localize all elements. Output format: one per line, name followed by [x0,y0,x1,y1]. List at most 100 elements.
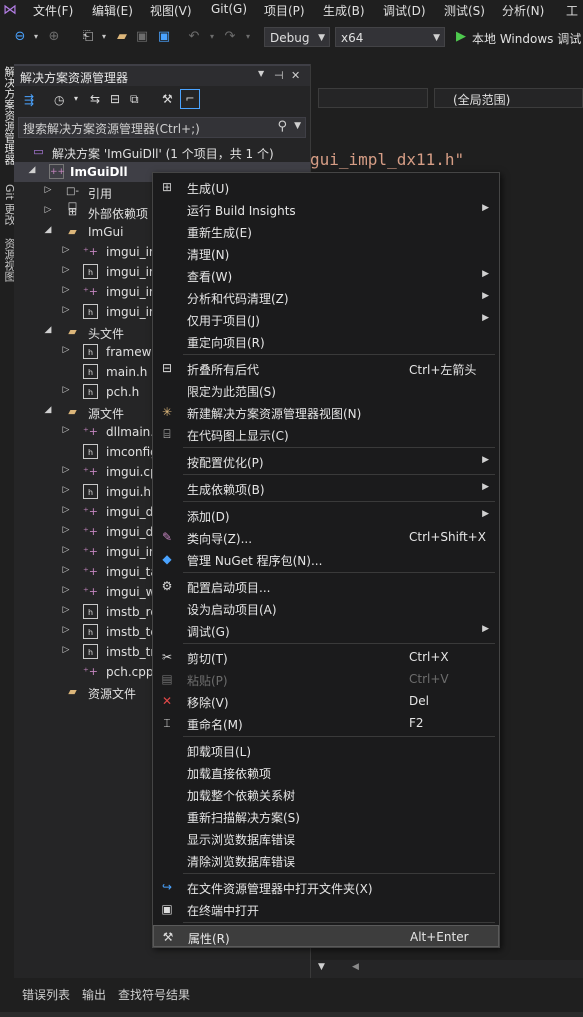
menu-item-project-only[interactable]: 仅用于项目(J) ▶ [153,308,499,330]
expand-icon[interactable]: ▷ [61,485,71,495]
collapse-icon[interactable]: ◢ [43,225,53,235]
menu-build[interactable]: 生成(B) [323,2,365,19]
menu-item-clean[interactable]: 清理(N) [153,242,499,264]
menu-item-rebuild[interactable]: 重新生成(E) [153,220,499,242]
back-icon[interactable]: ⊖ [12,29,28,45]
close-icon[interactable]: ✕ [291,69,300,82]
menu-item-pgo[interactable]: 按配置优化(P) ▶ [153,450,499,472]
expand-icon[interactable]: ▷ [61,645,71,655]
preview-selected-icon[interactable]: ⌐ [180,89,200,109]
tab-error-list[interactable]: 错误列表 [22,986,70,1003]
menu-item-configure-startup[interactable]: ⚙ 配置启动项目... [153,575,499,597]
menu-item-class-wizard[interactable]: ✎ 类向导(Z)... Ctrl+Shift+X [153,526,499,548]
menu-item-nuget[interactable]: ◆ 管理 NuGet 程序包(N)... [153,548,499,570]
tree-item-solution[interactable]: ▭ 解决方案 'ImGuiDll' (1 个项目，共 1 个) [14,142,310,162]
menu-item-properties[interactable]: ⚒ 属性(R) Alt+Enter [153,925,499,947]
menu-item-add[interactable]: 添加(D) ▶ [153,504,499,526]
menu-item-rename[interactable]: ⌶ 重命名(M) F2 [153,712,499,734]
play-icon[interactable]: ▶ [453,29,469,45]
menu-item-code-map[interactable]: ⌸ 在代码图上显示(C) [153,423,499,445]
expand-icon[interactable]: ▷ [61,465,71,475]
menu-item-cut[interactable]: ✂ 剪切(T) Ctrl+X [153,646,499,668]
scroll-left-icon[interactable]: ◀ [352,962,359,972]
expand-icon[interactable]: ▷ [61,585,71,595]
expand-icon[interactable]: ▷ [61,345,71,355]
expand-icon[interactable]: ▷ [61,625,71,635]
collapse-all-icon[interactable]: ⊟ [110,92,120,106]
open-folder-icon[interactable]: ▰ [114,29,130,45]
configuration-select[interactable]: Debug ▼ [264,27,330,47]
menu-item-load-dep-tree[interactable]: 加载整个依赖关系树 [153,783,499,805]
redo-dropdown-icon[interactable]: ▾ [240,29,256,45]
history-dropdown-icon[interactable]: ▾ [74,94,78,103]
collapse-icon[interactable]: ◢ [43,405,53,415]
menu-item-collapse-all[interactable]: ⊟ 折叠所有后代 Ctrl+左箭头 [153,357,499,379]
new-project-icon[interactable]: ⎗ [80,29,96,45]
show-all-files-icon[interactable]: ⧉ [130,92,139,107]
menu-item-load-direct-deps[interactable]: 加载直接依赖项 [153,761,499,783]
menu-item-build-insights[interactable]: 运行 Build Insights ▶ [153,198,499,220]
menu-item-show-db-errors[interactable]: 显示浏览数据库错误 [153,827,499,849]
collapse-icon[interactable]: ◢ [27,165,37,175]
menu-item-unload[interactable]: 卸载项目(L) [153,739,499,761]
expand-icon[interactable]: ▷ [61,565,71,575]
pin-icon[interactable]: ⊣ [274,69,284,82]
menu-item-open-terminal[interactable]: ▣ 在终端中打开 [153,898,499,920]
code-line[interactable]: gui_impl_dx11.h" [310,150,464,169]
menu-item-build[interactable]: ⊞ 生成(U) [153,176,499,198]
menu-debug[interactable]: 调试(D) [383,2,426,19]
properties-icon[interactable]: ⚒ [162,92,173,106]
editor-scope-dropdown[interactable]: (全局范围) [434,88,583,108]
editor-scrollbar[interactable]: ▼ ◀ [310,960,583,978]
search-icon[interactable]: ⚲ [277,119,287,134]
window-position-icon[interactable]: ▼ [258,69,264,78]
expand-icon[interactable]: ▷ [61,245,71,255]
expand-icon[interactable]: ▷ [61,385,71,395]
menu-item-set-startup[interactable]: 设为启动项目(A) [153,597,499,619]
undo-dropdown-icon[interactable]: ▾ [204,29,220,45]
menu-item-clear-db-errors[interactable]: 清除浏览数据库错误 [153,849,499,871]
expand-icon[interactable]: ▷ [61,265,71,275]
expand-icon[interactable]: ▷ [61,605,71,615]
search-options-icon[interactable]: ▼ [294,121,301,131]
menu-test[interactable]: 测试(S) [444,2,485,19]
expand-icon[interactable]: ▷ [61,285,71,295]
menu-view[interactable]: 视图(V) [150,2,192,19]
redo-icon[interactable]: ↷ [222,29,238,45]
run-debug-button[interactable]: 本地 Windows 调试 [472,30,581,47]
expand-icon[interactable]: ▷ [61,525,71,535]
menu-tools[interactable]: 工 [566,2,578,19]
switch-views-icon[interactable]: ⇶ [24,93,34,107]
expand-icon[interactable]: ▷ [61,425,71,435]
editor-project-dropdown[interactable] [318,88,428,108]
menu-analyze[interactable]: 分析(N) [502,2,544,19]
menu-item-scope-to-this[interactable]: 限定为此范围(S) [153,379,499,401]
tab-find-symbol-results[interactable]: 查找符号结果 [118,986,190,1003]
tab-output[interactable]: 输出 [82,986,106,1003]
collapse-icon[interactable]: ◢ [43,325,53,335]
sync-icon[interactable]: ⇆ [90,92,100,106]
menu-file[interactable]: 文件(F) [33,2,73,19]
menu-item-retarget[interactable]: 重定向项目(R) [153,330,499,352]
save-icon[interactable]: ▣ [134,29,150,45]
back-dropdown-icon[interactable]: ▾ [28,29,44,45]
menu-project[interactable]: 项目(P) [264,2,305,19]
menu-edit[interactable]: 编辑(E) [92,2,133,19]
menu-item-open-in-explorer[interactable]: ↪ 在文件资源管理器中打开文件夹(X) [153,876,499,898]
zoom-dropdown-icon[interactable]: ▼ [318,962,325,972]
forward-icon[interactable]: ⊕ [46,29,62,45]
menu-item-debug[interactable]: 调试(G) ▶ [153,619,499,641]
expand-icon[interactable]: ▷ [61,305,71,315]
menu-item-build-deps[interactable]: 生成依赖项(B) ▶ [153,477,499,499]
platform-select[interactable]: x64 ▼ [335,27,445,47]
menu-item-rescan[interactable]: 重新扫描解决方案(S) [153,805,499,827]
history-icon[interactable]: ◷ [54,93,64,107]
menu-item-paste[interactable]: ▤ 粘贴(P) Ctrl+V [153,668,499,690]
expand-icon[interactable]: ▷ [61,505,71,515]
save-all-icon[interactable]: ▣ [156,29,172,45]
new-dropdown-icon[interactable]: ▾ [96,29,112,45]
menu-item-new-view[interactable]: ✳ 新建解决方案资源管理器视图(N) [153,401,499,423]
undo-icon[interactable]: ↶ [186,29,202,45]
menu-item-view[interactable]: 查看(W) ▶ [153,264,499,286]
expand-icon[interactable]: ▷ [43,205,53,215]
